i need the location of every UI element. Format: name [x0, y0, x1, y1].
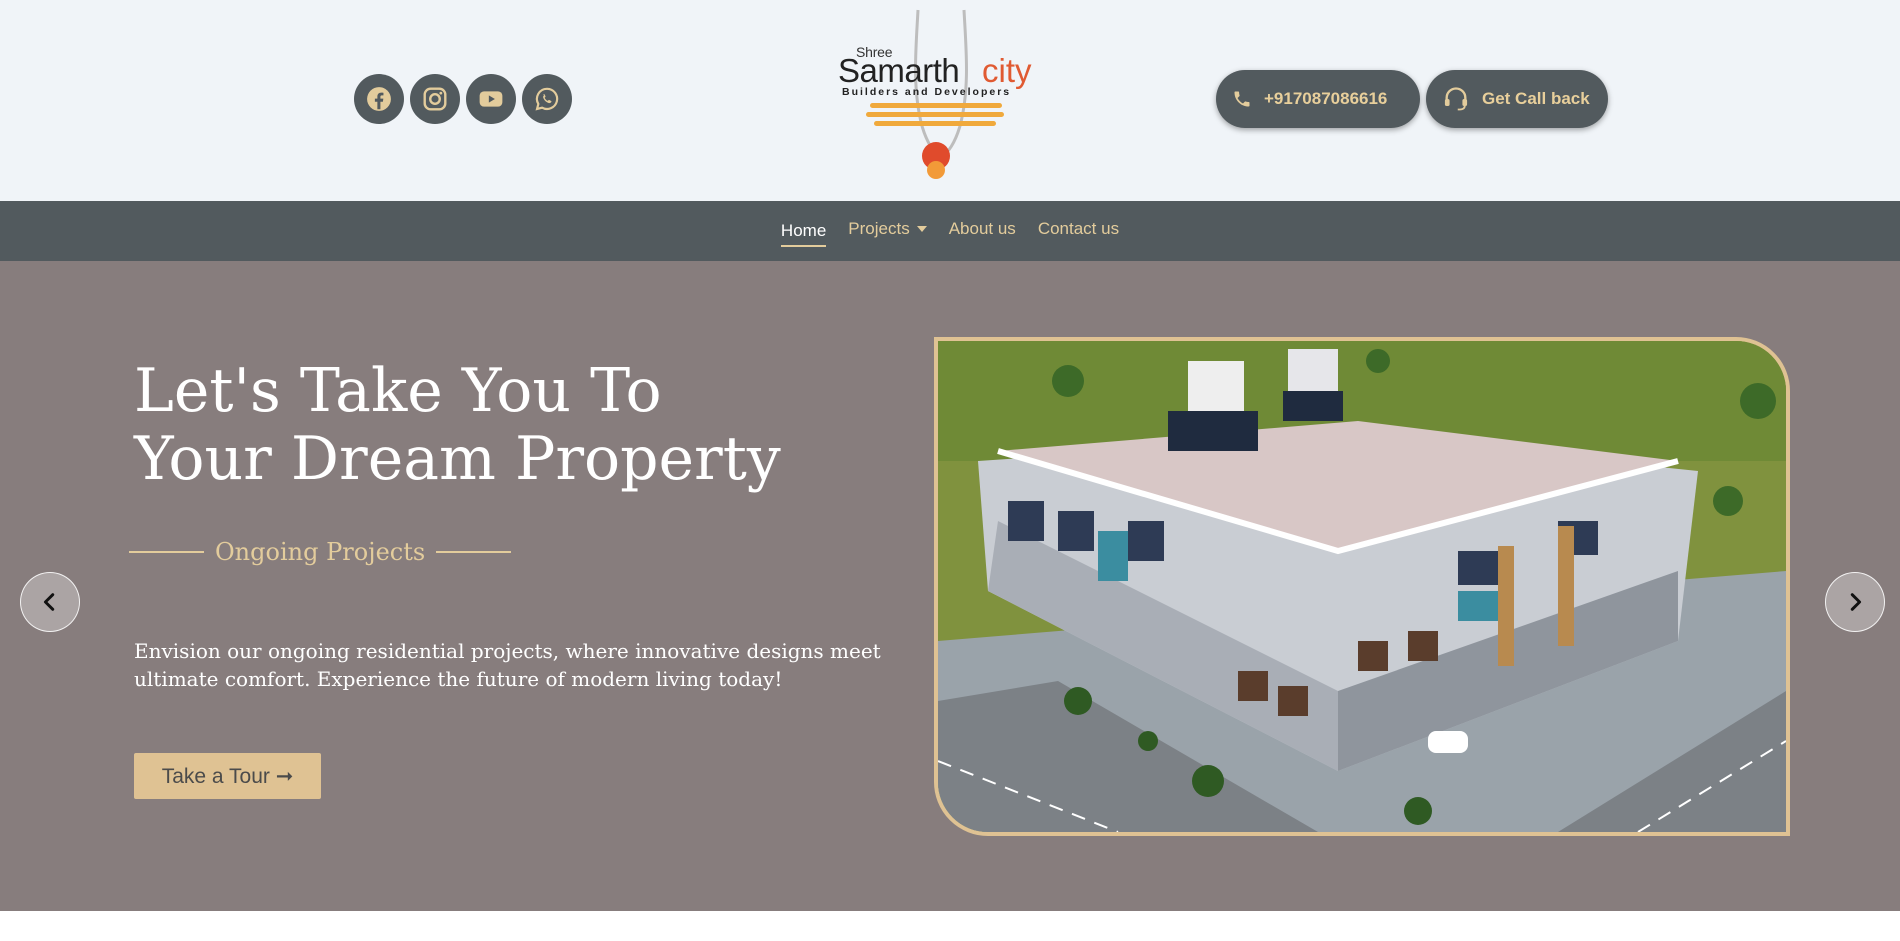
site-logo[interactable]: Shree Samarth city Builders and Develope… [830, 8, 1046, 180]
youtube-link[interactable] [466, 74, 516, 124]
hero-description: Envision our ongoing residential project… [134, 639, 881, 691]
hero-title-line2: Your Dream Property [134, 424, 781, 494]
logo-name: Samarth [838, 52, 960, 89]
main-nav: Home Projects About us Contact us [0, 201, 1900, 261]
hero-carousel: Let's Take You To Your Dream Property On… [0, 261, 1900, 911]
logo-tagline: Builders and Developers [842, 86, 1012, 98]
site-header: Shree Samarth city Builders and Develope… [0, 0, 1900, 201]
whatsapp-link[interactable] [522, 74, 572, 124]
take-a-tour-button[interactable]: Take a Tour ➞ [134, 753, 321, 799]
divider [129, 551, 204, 553]
hero-subtitle: Ongoing Projects [129, 538, 512, 566]
facebook-icon [367, 87, 391, 111]
hero-title: Let's Take You To Your Dream Property [134, 357, 834, 493]
building-illustration [938, 341, 1786, 832]
caret-down-icon [916, 226, 927, 232]
hero-title-line1: Let's Take You To [134, 356, 662, 426]
divider [436, 551, 512, 553]
youtube-icon [479, 91, 503, 107]
instagram-link[interactable] [410, 74, 460, 124]
nav-home[interactable]: Home [780, 221, 827, 247]
hero-subtitle-text: Ongoing Projects [215, 538, 426, 566]
facebook-link[interactable] [354, 74, 404, 124]
nav-about[interactable]: About us [949, 219, 1016, 243]
instagram-icon [423, 87, 447, 111]
phone-icon [1234, 91, 1250, 107]
phone-number: +917087086616 [1264, 89, 1388, 108]
phone-button[interactable]: +917087086616 [1216, 70, 1420, 128]
whatsapp-icon [535, 87, 559, 111]
logo-city: city [982, 52, 1032, 89]
callback-label: Get Call back [1482, 89, 1590, 108]
carousel-next-button[interactable] [1825, 572, 1885, 632]
callback-button[interactable]: Get Call back [1426, 70, 1608, 128]
social-links [354, 74, 572, 124]
nav-projects[interactable]: Projects [848, 219, 927, 243]
nav-contact[interactable]: Contact us [1038, 219, 1119, 243]
chevron-right-icon [1850, 593, 1862, 611]
project-building-image [934, 337, 1790, 836]
chevron-left-icon [43, 593, 55, 611]
headset-icon [1444, 87, 1468, 111]
carousel-prev-button[interactable] [20, 572, 80, 632]
nav-projects-label: Projects [848, 219, 910, 238]
